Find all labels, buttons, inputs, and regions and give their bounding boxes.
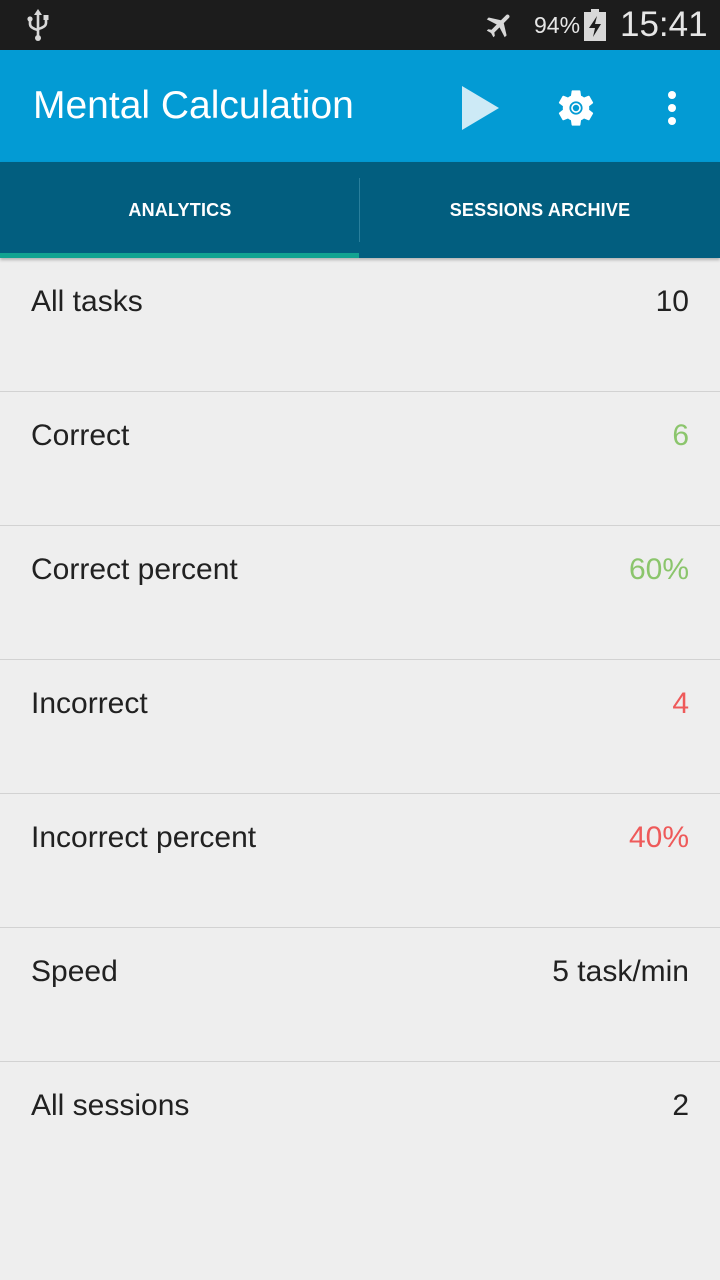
battery-percent: 94% [534, 12, 581, 38]
overflow-menu-button[interactable] [652, 80, 692, 136]
stat-label: Correct percent [31, 553, 238, 586]
usb-icon [27, 9, 49, 41]
stat-row-all-sessions: All sessions 2 [0, 1062, 720, 1195]
stat-row-speed: Speed 5 task/min [0, 928, 720, 1062]
tab-sessions-archive-label: SESSIONS ARCHIVE [449, 199, 631, 220]
stat-label: All sessions [31, 1089, 190, 1122]
stat-label: Incorrect [31, 687, 148, 720]
stat-row-correct-percent: Correct percent 60% [0, 526, 720, 660]
settings-button[interactable] [550, 80, 602, 136]
stat-label: Correct [31, 419, 130, 452]
analytics-stats-list: All tasks 10 Correct 6 Correct percent 6… [0, 258, 720, 1195]
app-title: Mental Calculation [33, 84, 354, 127]
stat-row-all-tasks: All tasks 10 [0, 258, 720, 392]
battery-charging-icon [584, 9, 606, 41]
stat-value: 4 [672, 687, 689, 720]
stat-label: Speed [31, 955, 118, 988]
stat-value: 5 task/min [552, 955, 689, 988]
tab-bar: ANALYTICS SESSIONS ARCHIVE [0, 162, 720, 258]
app-bar: Mental Calculation [0, 50, 720, 162]
stat-value: 60% [628, 553, 689, 586]
stat-row-incorrect: Incorrect 4 [0, 660, 720, 794]
play-icon [462, 86, 499, 130]
play-button[interactable] [452, 80, 508, 136]
stat-row-incorrect-percent: Incorrect percent 40% [0, 794, 720, 928]
tab-analytics-label: ANALYTICS [128, 199, 232, 220]
stat-value: 2 [672, 1089, 689, 1122]
stat-value: 40% [628, 821, 689, 854]
stat-value: 6 [672, 419, 689, 452]
tab-sessions-archive[interactable]: SESSIONS ARCHIVE [360, 162, 720, 258]
status-bar: 94% 15:41 [0, 0, 720, 50]
clock: 15:41 [620, 5, 708, 44]
airplane-mode-icon [486, 14, 510, 38]
overflow-menu-icon [668, 91, 676, 125]
stat-label: All tasks [31, 285, 143, 318]
tab-analytics[interactable]: ANALYTICS [0, 162, 360, 258]
gear-icon [558, 90, 594, 126]
stat-label: Incorrect percent [31, 821, 257, 854]
stat-row-correct: Correct 6 [0, 392, 720, 526]
stat-value: 10 [655, 285, 689, 318]
